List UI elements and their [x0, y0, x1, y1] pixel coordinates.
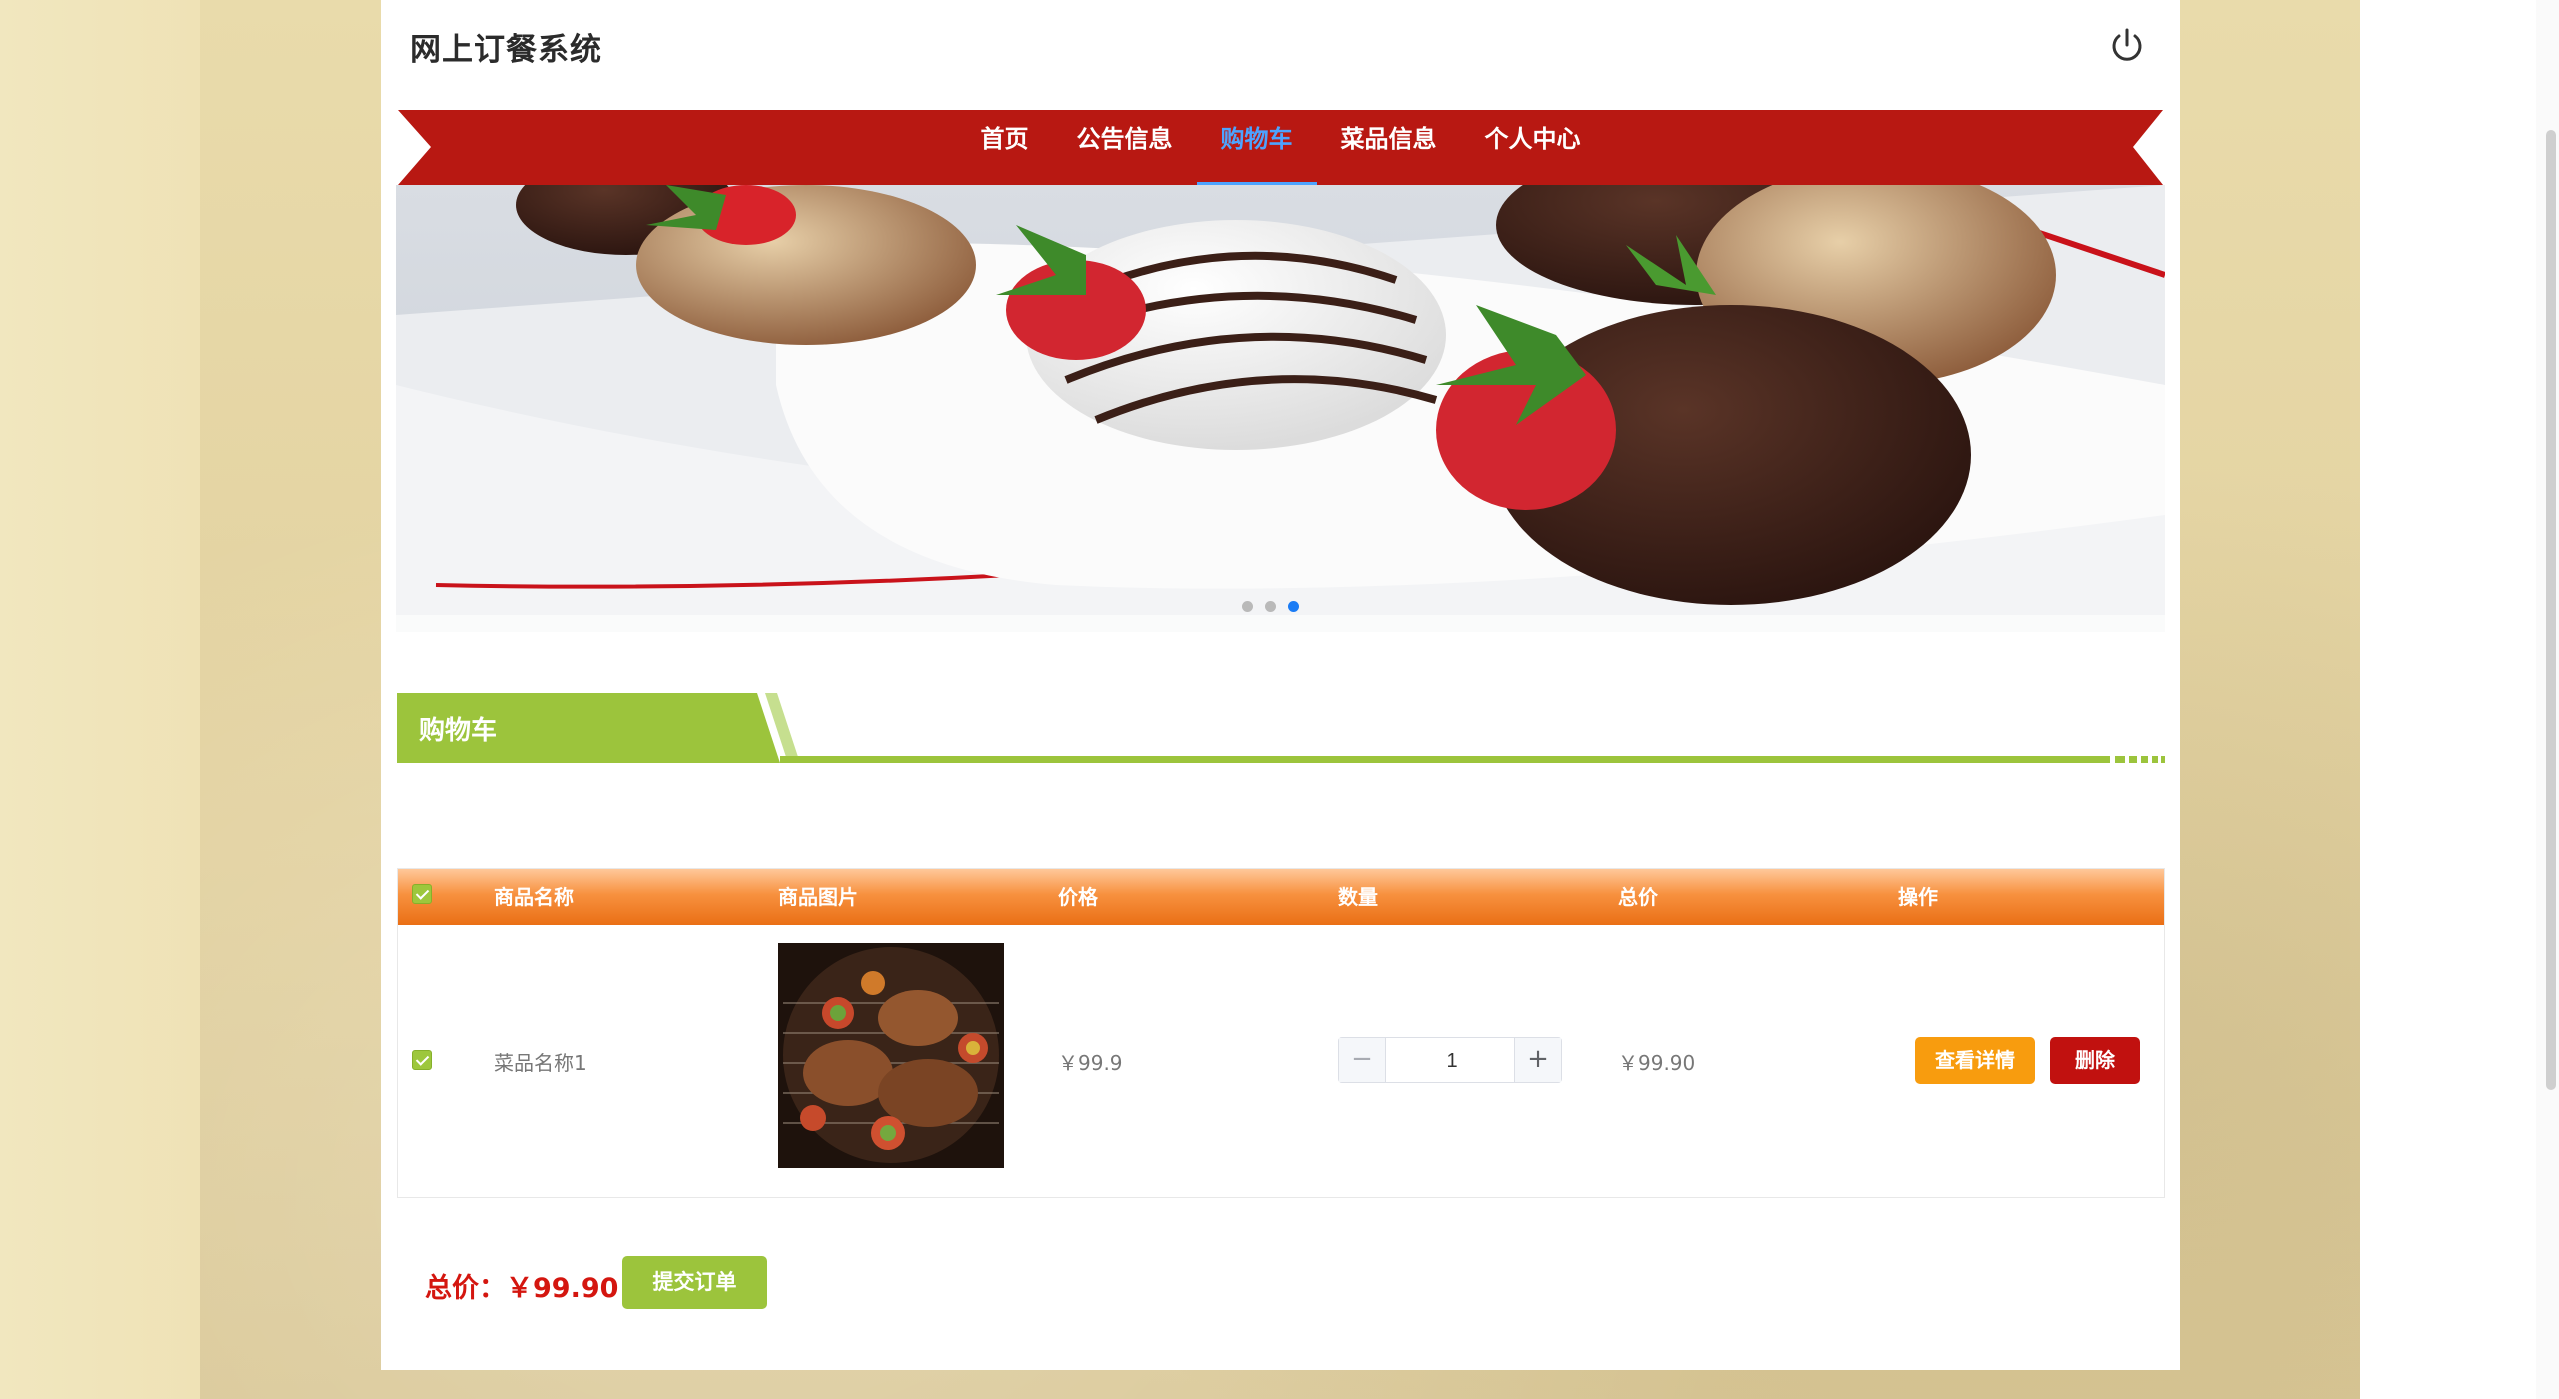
nav-item-dishes[interactable]: 菜品信息: [1317, 110, 1461, 185]
submit-order-button[interactable]: 提交订单: [622, 1256, 767, 1309]
header-quantity: 数量: [1338, 885, 1378, 909]
row-total: ￥99.90: [1618, 1051, 1696, 1075]
delete-button[interactable]: 删除: [2050, 1037, 2140, 1084]
dish-image-graphic: [778, 943, 1004, 1168]
table-header: 商品名称 商品图片 价格 数量 总价 操作: [398, 869, 2164, 925]
section-title: 购物车: [419, 716, 498, 746]
banner-image: [396, 185, 2165, 632]
scrollbar-thumb[interactable]: [2546, 130, 2556, 1090]
site-title: 网上订餐系统: [410, 32, 602, 68]
dish-price: ￥99.9: [1058, 1051, 1123, 1075]
banner-carousel[interactable]: [396, 185, 2165, 632]
header-price: 价格: [1058, 885, 1098, 909]
dish-name: 菜品名称1: [494, 1051, 587, 1075]
nav-item-home[interactable]: 首页: [957, 110, 1053, 185]
carousel-dot-2[interactable]: [1265, 601, 1276, 612]
header-total: 总价: [1618, 885, 1658, 909]
row-checkbox[interactable]: [412, 1050, 432, 1070]
cart-table: 商品名称 商品图片 价格 数量 总价 操作 菜品名称1 ￥99.9 − 1 + …: [397, 868, 2165, 1198]
carousel-dot-3[interactable]: [1288, 601, 1299, 612]
nav-bar: 首页 公告信息 购物车 菜品信息 个人中心: [398, 104, 2163, 185]
nav-item-profile[interactable]: 个人中心: [1461, 110, 1605, 185]
header-actions: 操作: [1898, 885, 1938, 909]
section-header-shape: [397, 693, 2165, 763]
carousel-dots: [1242, 601, 1299, 612]
header-image: 商品图片: [778, 885, 858, 909]
quantity-stepper: − +: [1338, 1037, 1562, 1084]
order-total: 总价：￥99.90: [425, 1273, 619, 1304]
decrease-quantity-button[interactable]: −: [1339, 1038, 1386, 1082]
nav-item-notices[interactable]: 公告信息: [1053, 110, 1197, 185]
nav-items: 首页 公告信息 购物车 菜品信息 个人中心: [398, 104, 2163, 185]
power-icon[interactable]: [2106, 24, 2148, 66]
increase-quantity-button[interactable]: +: [1514, 1038, 1561, 1082]
quantity-input[interactable]: [1386, 1038, 1518, 1084]
view-details-button[interactable]: 查看详情: [1915, 1037, 2035, 1084]
select-all-checkbox[interactable]: [412, 884, 432, 904]
nav-item-cart[interactable]: 购物车: [1196, 104, 1317, 185]
section-header: 购物车: [397, 693, 2165, 763]
carousel-dot-1[interactable]: [1242, 601, 1253, 612]
dish-image[interactable]: [778, 943, 1004, 1168]
main-container: 网上订餐系统 首页 公告信息 购物车 菜品信息 个人中心 购物车 商品名称 商品…: [381, 0, 2180, 1370]
header-name: 商品名称: [494, 885, 574, 909]
